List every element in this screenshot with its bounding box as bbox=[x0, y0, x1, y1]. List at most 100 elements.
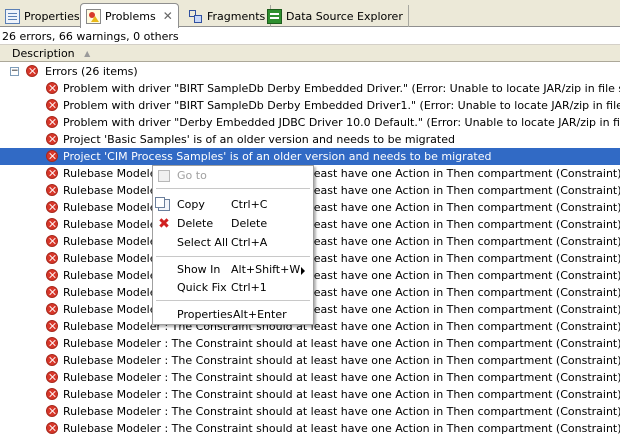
error-icon bbox=[46, 405, 58, 417]
menu-item-copy-label: Copy bbox=[177, 198, 205, 211]
tab-data-source-explorer-label: Data Source Explorer bbox=[286, 9, 403, 23]
problem-row[interactable]: Rulebase Modeler : The Constraint should… bbox=[0, 369, 620, 386]
menu-item-show-in-label: Show In bbox=[177, 263, 221, 276]
problem-description: Rulebase Modeler : The Constraint should… bbox=[63, 320, 620, 333]
error-icon bbox=[46, 286, 58, 298]
menu-item-select-all-label: Select All bbox=[177, 236, 229, 249]
properties-icon bbox=[5, 8, 20, 24]
menu-item-quick-fix[interactable]: Quick Fix Ctrl+1 bbox=[153, 279, 313, 297]
menu-item-select-all-shortcut: Ctrl+A bbox=[231, 236, 268, 249]
problem-description: Rulebase Modeler : The Constraint should… bbox=[63, 422, 620, 435]
menu-item-select-all[interactable]: Select All Ctrl+A bbox=[153, 234, 313, 252]
menu-item-quick-fix-label: Quick Fix bbox=[177, 281, 227, 294]
problem-description: Rulebase Modeler : The Constraint should… bbox=[63, 184, 620, 197]
problem-row[interactable]: Rulebase Modeler : The Constraint should… bbox=[0, 352, 620, 369]
menu-item-delete[interactable]: ✖ Delete Delete bbox=[153, 215, 313, 233]
tab-problems[interactable]: Problems ✕ bbox=[80, 3, 179, 28]
problem-row[interactable]: Project 'Basic Samples' is of an older v… bbox=[0, 131, 620, 148]
problem-description: Rulebase Modeler : The Constraint should… bbox=[63, 286, 620, 299]
error-icon bbox=[46, 184, 58, 196]
error-icon bbox=[46, 422, 58, 434]
problem-description: Rulebase Modeler : The Constraint should… bbox=[63, 252, 620, 265]
error-icon bbox=[46, 303, 58, 315]
tab-fragments[interactable]: Fragments bbox=[183, 5, 272, 27]
go-to-icon bbox=[158, 170, 170, 182]
error-icon bbox=[46, 337, 58, 349]
problem-row[interactable]: Problem with driver "Derby Embedded JDBC… bbox=[0, 114, 620, 131]
collapse-icon[interactable]: − bbox=[10, 67, 19, 76]
menu-item-properties-shortcut: Alt+Enter bbox=[233, 308, 287, 321]
problem-description: Rulebase Modeler : The Constraint should… bbox=[63, 235, 620, 248]
problem-row[interactable]: Problem with driver "BIRT SampleDb Derby… bbox=[0, 97, 620, 114]
error-icon bbox=[46, 354, 58, 366]
problem-description: Rulebase Modeler : The Constraint should… bbox=[63, 167, 620, 180]
menu-item-delete-label: Delete bbox=[177, 217, 214, 230]
menu-item-go-to-label: Go to bbox=[177, 169, 207, 182]
problem-row[interactable]: Project 'CIM Process Samples' is of an o… bbox=[0, 148, 620, 165]
problem-description: Rulebase Modeler : The Constraint should… bbox=[63, 303, 620, 316]
problem-description: Problem with driver "BIRT SampleDb Derby… bbox=[63, 82, 620, 95]
tab-properties[interactable]: Properties bbox=[0, 5, 86, 27]
error-icon bbox=[46, 201, 58, 213]
problem-description: Rulebase Modeler : The Constraint should… bbox=[63, 201, 620, 214]
close-icon[interactable]: ✕ bbox=[163, 10, 173, 22]
error-icon bbox=[46, 235, 58, 247]
menu-item-show-in-shortcut: Alt+Shift+W bbox=[231, 263, 301, 276]
problem-row[interactable]: Problem with driver "BIRT SampleDb Derby… bbox=[0, 80, 620, 97]
problem-description: Rulebase Modeler : The Constraint should… bbox=[63, 354, 620, 367]
tab-fragments-label: Fragments bbox=[207, 9, 266, 23]
menu-item-go-to[interactable]: Go to bbox=[153, 167, 313, 185]
error-icon bbox=[46, 388, 58, 400]
sort-ascending-icon: ▲ bbox=[84, 49, 91, 58]
menu-item-copy-shortcut: Ctrl+C bbox=[231, 198, 268, 211]
problem-description: Problem with driver "BIRT SampleDb Derby… bbox=[63, 99, 620, 112]
menu-separator bbox=[156, 256, 310, 257]
data-source-icon bbox=[267, 8, 282, 24]
error-icon bbox=[46, 269, 58, 281]
view-tab-bar: Properties Problems ✕ Fragments Data Sou… bbox=[0, 0, 620, 28]
menu-item-properties-label: Properties bbox=[177, 308, 233, 321]
fragments-icon bbox=[188, 9, 203, 24]
column-header-description[interactable]: Description ▲ bbox=[0, 45, 620, 62]
menu-separator bbox=[156, 188, 310, 189]
menu-item-properties[interactable]: Properties Alt+Enter bbox=[153, 306, 313, 324]
error-icon bbox=[46, 320, 58, 332]
tab-properties-label: Properties bbox=[24, 9, 80, 23]
problem-row[interactable]: Rulebase Modeler : The Constraint should… bbox=[0, 335, 620, 352]
group-label: Errors (26 items) bbox=[45, 65, 138, 78]
tree-group-errors[interactable]: − Errors (26 items) bbox=[0, 63, 620, 80]
column-header-label: Description bbox=[12, 47, 75, 60]
delete-icon: ✖ bbox=[158, 216, 170, 232]
problem-description: Rulebase Modeler : The Constraint should… bbox=[63, 388, 620, 401]
error-icon bbox=[46, 82, 58, 94]
menu-item-show-in[interactable]: Show In Alt+Shift+W bbox=[153, 261, 313, 279]
problem-description: Project 'CIM Process Samples' is of an o… bbox=[63, 150, 492, 163]
menu-item-delete-shortcut: Delete bbox=[231, 217, 268, 230]
problems-summary: 26 errors, 66 warnings, 0 others bbox=[0, 28, 620, 45]
menu-separator bbox=[156, 300, 310, 301]
problem-row[interactable]: Rulebase Modeler : The Constraint should… bbox=[0, 403, 620, 420]
submenu-arrow-icon bbox=[301, 267, 305, 275]
tab-data-source-explorer[interactable]: Data Source Explorer bbox=[262, 5, 409, 27]
error-icon bbox=[46, 252, 58, 264]
error-icon bbox=[46, 116, 58, 128]
problems-icon bbox=[86, 8, 101, 24]
menu-item-copy[interactable]: Copy Ctrl+C bbox=[153, 196, 313, 214]
problem-description: Rulebase Modeler : The Constraint should… bbox=[63, 269, 620, 282]
error-icon bbox=[26, 65, 38, 77]
problem-description: Rulebase Modeler : The Constraint should… bbox=[63, 405, 620, 418]
problem-description: Rulebase Modeler : The Constraint should… bbox=[63, 337, 620, 350]
error-icon bbox=[46, 150, 58, 162]
menu-item-quick-fix-shortcut: Ctrl+1 bbox=[231, 281, 267, 294]
context-menu: Go to Copy Ctrl+C ✖ Delete Delete Select… bbox=[152, 165, 314, 325]
copy-icon bbox=[155, 197, 170, 211]
problem-description: Rulebase Modeler : The Constraint should… bbox=[63, 371, 620, 384]
error-icon bbox=[46, 167, 58, 179]
problem-description: Project 'Basic Samples' is of an older v… bbox=[63, 133, 455, 146]
error-icon bbox=[46, 371, 58, 383]
tab-problems-label: Problems bbox=[105, 9, 156, 23]
error-icon bbox=[46, 99, 58, 111]
problem-row[interactable]: Rulebase Modeler : The Constraint should… bbox=[0, 420, 620, 437]
error-icon bbox=[46, 133, 58, 145]
problem-row[interactable]: Rulebase Modeler : The Constraint should… bbox=[0, 386, 620, 403]
